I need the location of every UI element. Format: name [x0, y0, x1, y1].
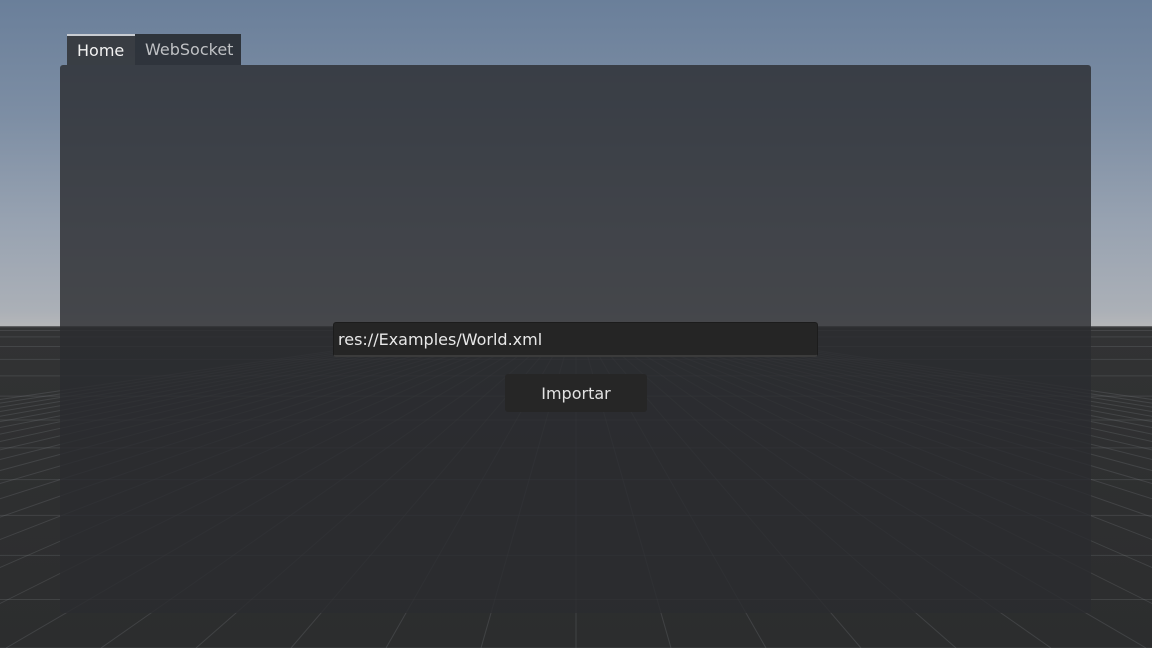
- file-path-input[interactable]: [333, 322, 818, 357]
- tab-bar: Home WebSocket: [67, 34, 241, 65]
- tab-websocket[interactable]: WebSocket: [135, 34, 241, 65]
- import-button[interactable]: Importar: [505, 374, 647, 412]
- tab-home[interactable]: Home: [67, 34, 135, 65]
- 3d-viewport-background: Home WebSocket Importar: [0, 0, 1152, 648]
